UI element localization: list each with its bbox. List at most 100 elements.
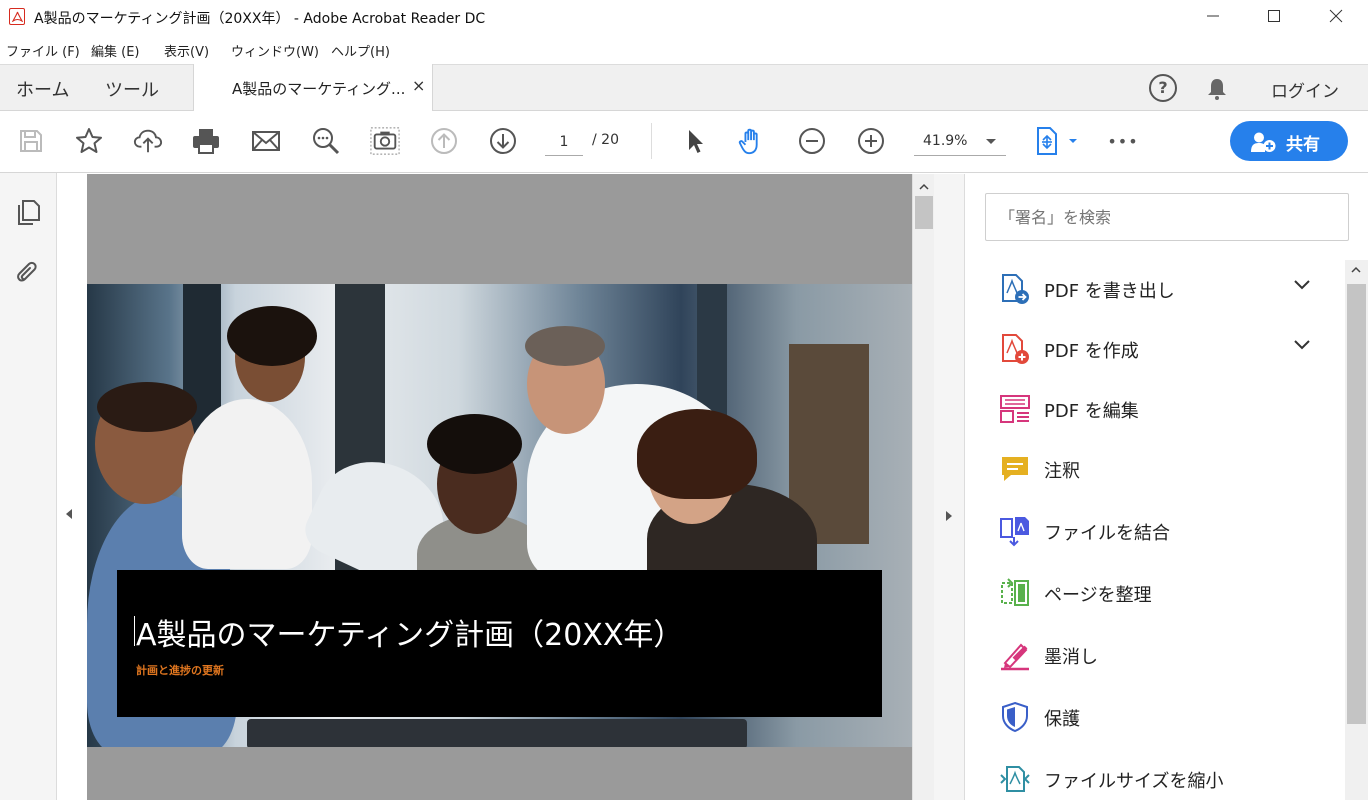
expand-right-pane-arrow-icon[interactable] [946, 511, 952, 521]
tool-redact[interactable]: 墨消し [985, 632, 1325, 676]
tool-label: 墨消し [1044, 647, 1098, 668]
email-button[interactable] [251, 126, 281, 156]
document-scrollbar[interactable] [912, 174, 934, 800]
page-number-input[interactable]: 1 [545, 130, 583, 156]
maximize-button[interactable] [1243, 0, 1305, 32]
hand-pan-icon [738, 128, 758, 155]
zoom-value: 41.9% [923, 133, 968, 149]
tool-label: PDF を作成 [1044, 341, 1139, 362]
star-icon [76, 128, 102, 153]
tools-pane-scrollbar[interactable] [1345, 260, 1368, 800]
collapse-left-pane-arrow-icon[interactable] [66, 509, 72, 519]
tab-tools[interactable]: ツール [105, 76, 159, 102]
tool-organize-pages[interactable]: ページを整理 [985, 570, 1325, 614]
menu-view[interactable]: 表示(V) [164, 41, 209, 60]
tool-label: ファイルを結合 [1044, 523, 1170, 544]
printer-icon [193, 129, 219, 154]
attachments-button[interactable] [14, 259, 42, 287]
tool-create-pdf[interactable]: PDF を作成 [985, 326, 1325, 370]
search-magnifier-icon [313, 128, 340, 155]
chevron-down-icon [986, 139, 996, 144]
tab-bar: ホーム ツール A製品のマーケティング... × ? ログイン [0, 64, 1368, 112]
envelope-icon [252, 131, 280, 151]
scrollbar-thumb[interactable] [1347, 284, 1366, 724]
select-tool-button[interactable] [680, 126, 710, 156]
more-tools-button[interactable]: ••• [1107, 126, 1138, 156]
snapshot-button[interactable] [370, 126, 400, 156]
tool-search-input[interactable] [986, 194, 1348, 240]
add-user-icon [1251, 132, 1276, 152]
hand-tool-button[interactable] [737, 126, 767, 156]
tool-label: PDF を書き出し [1044, 281, 1175, 302]
pages-copy-icon [18, 200, 40, 225]
page-thumbnails-button[interactable] [14, 198, 42, 226]
print-button[interactable] [191, 126, 221, 156]
tool-comment[interactable]: 注釈 [985, 446, 1325, 490]
tool-compress-pdf[interactable]: ファイルサイズを縮小 [985, 756, 1325, 800]
chevron-down-icon[interactable] [1293, 279, 1311, 291]
combine-files-icon [1000, 517, 1029, 547]
share-button[interactable]: 共有 [1230, 121, 1348, 161]
menu-window[interactable]: ウィンドウ(W) [231, 41, 319, 60]
export-pdf-icon [1002, 274, 1029, 304]
tool-combine-files[interactable]: ファイルを結合 [985, 508, 1325, 552]
tool-protect[interactable]: 保護 [985, 694, 1325, 738]
tool-label: PDF を編集 [1044, 401, 1139, 422]
tool-label: ページを整理 [1044, 585, 1152, 606]
close-window-button[interactable] [1305, 0, 1367, 32]
scrollbar-thumb[interactable] [915, 196, 933, 229]
acrobat-app-icon [9, 8, 25, 25]
menu-help[interactable]: ヘルプ(H) [331, 41, 390, 60]
arrow-down-circle-icon [490, 128, 516, 154]
right-pane-toggle-strip [934, 174, 965, 800]
toolbar: 1 / 20 41.9% ••• 共有 [0, 111, 1368, 173]
find-text-button[interactable] [311, 126, 341, 156]
zoom-out-button[interactable] [797, 126, 827, 156]
document-viewer[interactable]: A製品のマーケティング計画（20XX年） 計画と進捗の更新 [87, 174, 912, 800]
close-tab-button[interactable]: × [412, 76, 425, 95]
menu-edit[interactable]: 編集 (E) [91, 41, 140, 60]
notifications-bell-icon[interactable] [1205, 77, 1229, 101]
fit-page-dropdown[interactable] [1032, 126, 1080, 156]
arrow-up-circle-icon [431, 128, 457, 154]
chevron-down-icon[interactable] [1293, 339, 1311, 351]
menu-file[interactable]: ファイル (F) [6, 41, 80, 60]
minimize-icon [1207, 15, 1219, 17]
tool-search-box[interactable] [985, 193, 1349, 241]
scroll-up-chevron-icon[interactable] [1351, 266, 1361, 274]
redact-icon [1001, 643, 1029, 671]
text-cursor [134, 616, 135, 646]
tools-pane: PDF を書き出し PDF を作成 PDF を編集 [965, 174, 1368, 800]
edit-pdf-icon [1000, 395, 1030, 423]
close-icon [1329, 9, 1343, 23]
create-pdf-icon [1002, 334, 1029, 364]
next-page-button[interactable] [488, 126, 518, 156]
previous-page-button[interactable] [429, 126, 459, 156]
left-navigation-rail [0, 173, 57, 800]
save-button[interactable] [16, 126, 46, 156]
protect-shield-icon [1002, 701, 1028, 733]
menu-bar: ファイル (F) 編集 (E) 表示(V) ウィンドウ(W) ヘルプ(H) [0, 34, 1368, 64]
help-button[interactable]: ? [1149, 74, 1177, 102]
scroll-up-chevron-icon[interactable] [919, 183, 929, 191]
tool-export-pdf[interactable]: PDF を書き出し [985, 266, 1325, 310]
zoom-in-button[interactable] [856, 126, 886, 156]
minus-circle-icon [799, 128, 825, 154]
window-title: A製品のマーケティング計画（20XX年） - Adobe Acrobat Rea… [34, 11, 486, 27]
tab-home[interactable]: ホーム [16, 76, 69, 102]
tab-document[interactable]: A製品のマーケティング... × [193, 64, 433, 112]
document-subtitle: 計画と進捗の更新 [136, 664, 224, 677]
tool-label: ファイルサイズを縮小 [1044, 771, 1224, 792]
cursor-arrow-icon [689, 130, 703, 153]
bookmark-star-button[interactable] [74, 126, 104, 156]
document-title-banner: A製品のマーケティング計画（20XX年） 計画と進捗の更新 [117, 570, 882, 717]
share-label: 共有 [1286, 135, 1320, 155]
document-tab-label: A製品のマーケティング... [232, 80, 406, 98]
minimize-button[interactable] [1182, 0, 1244, 32]
plus-circle-icon [858, 128, 884, 154]
upload-cloud-button[interactable] [133, 126, 163, 156]
login-link[interactable]: ログイン [1271, 77, 1339, 102]
zoom-level-dropdown[interactable]: 41.9% [914, 130, 1006, 156]
title-bar: A製品のマーケティング計画（20XX年） - Adobe Acrobat Rea… [0, 0, 1368, 34]
tool-edit-pdf[interactable]: PDF を編集 [985, 386, 1325, 430]
